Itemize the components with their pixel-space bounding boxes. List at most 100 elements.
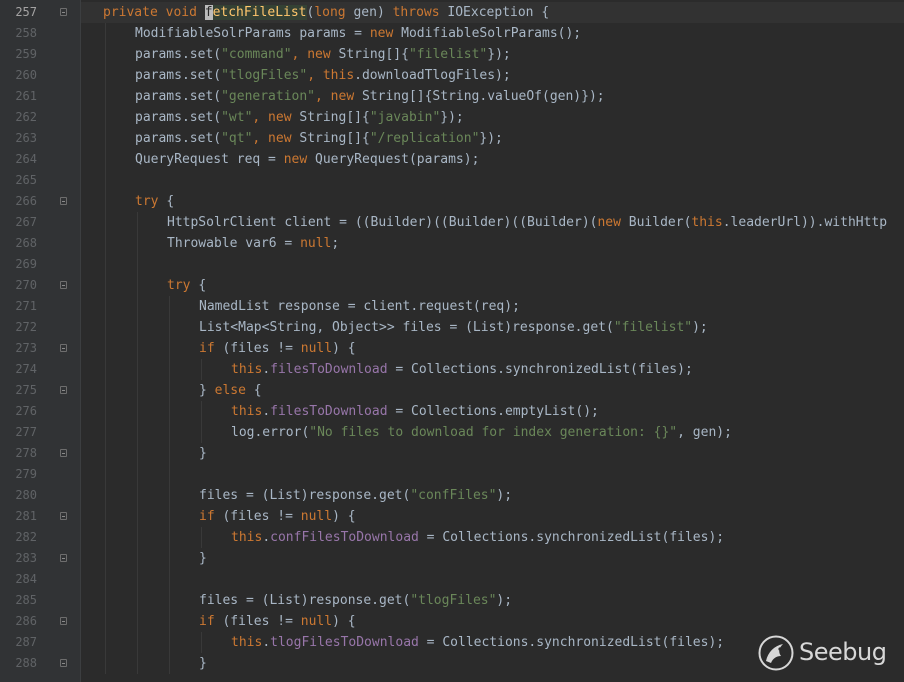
code-token: , new: [291, 47, 339, 62]
code-line[interactable]: 280 files = (List)response.get("confFiles…: [0, 485, 904, 506]
code-token: = Collections.synchronizedList(files);: [387, 362, 693, 377]
code-text: } else {: [199, 380, 262, 401]
code-token: tlogFilesToDownload: [270, 635, 419, 650]
code-token: new: [369, 26, 402, 41]
code-token: ;: [331, 236, 340, 251]
code-text: params.set("wt", new String[]{"javabin"}…: [135, 107, 464, 128]
line-number: 259: [15, 47, 37, 61]
code-token: gen): [353, 5, 393, 20]
code-token: "No files to download for index generati…: [309, 425, 678, 440]
code-text: try {: [135, 191, 174, 212]
code-line[interactable]: 260 params.set("tlogFiles", this.download…: [0, 65, 904, 86]
code-token: }: [199, 383, 215, 398]
line-number: 274: [15, 362, 37, 376]
code-token: new: [597, 215, 629, 230]
fold-toggle-icon[interactable]: [60, 512, 67, 520]
code-token: if: [199, 509, 223, 524]
code-line[interactable]: 284: [0, 569, 904, 590]
code-text: this.filesToDownload = Collections.empty…: [231, 401, 599, 422]
code-line[interactable]: 270 try {: [0, 275, 904, 296]
code-text: }: [199, 443, 207, 464]
code-token: }: [199, 656, 207, 671]
code-line[interactable]: 277 log.error("No files to download for i…: [0, 422, 904, 443]
code-line[interactable]: 262 params.set("wt", new String[]{"javabi…: [0, 107, 904, 128]
fold-toggle-icon[interactable]: [60, 8, 67, 16]
code-line[interactable]: 269: [0, 254, 904, 275]
line-number: 264: [15, 152, 37, 166]
code-line[interactable]: 264 QueryRequest req = new QueryRequest(p…: [0, 149, 904, 170]
code-text: }: [199, 653, 207, 674]
code-line[interactable]: 272 List<Map<String, Object>> files = (Li…: [0, 317, 904, 338]
code-text: HttpSolrClient client = ((Builder)((Buil…: [167, 212, 887, 233]
code-line[interactable]: 285 files = (List)response.get("tlogFiles…: [0, 590, 904, 611]
fold-toggle-icon[interactable]: [60, 449, 67, 457]
code-line[interactable]: 267 HttpSolrClient client = ((Builder)((B…: [0, 212, 904, 233]
code-line[interactable]: 259 params.set("command", new String[]{"f…: [0, 44, 904, 65]
code-text: try {: [167, 275, 206, 296]
code-token: ModifiableSolrParams();: [401, 26, 582, 41]
code-line[interactable]: 266 try {: [0, 191, 904, 212]
code-line[interactable]: 281 if (files != null) {: [0, 506, 904, 527]
code-token: filesToDownload: [270, 362, 388, 377]
code-token: "command": [221, 47, 292, 62]
fold-toggle-icon[interactable]: [60, 554, 67, 562]
code-token: }: [199, 446, 207, 461]
line-number: 270: [15, 278, 37, 292]
code-text: log.error("No files to download for inde…: [231, 422, 732, 443]
line-number: 257: [15, 5, 37, 19]
fold-toggle-icon[interactable]: [60, 386, 67, 394]
line-number: 285: [15, 593, 37, 607]
code-line[interactable]: 261 params.set("generation", new String[]…: [0, 86, 904, 107]
code-token: );: [496, 593, 513, 608]
code-line[interactable]: 278}: [0, 443, 904, 464]
code-text: params.set("qt", new String[]{"/replicat…: [135, 128, 503, 149]
code-token: new: [283, 152, 316, 167]
code-line[interactable]: 275} else {: [0, 380, 904, 401]
code-line[interactable]: 257 private void fetchFileList(long gen) …: [0, 2, 904, 23]
code-line[interactable]: 274 this.filesToDownload = Collections.sy…: [0, 359, 904, 380]
fold-toggle-icon[interactable]: [60, 197, 67, 205]
code-line[interactable]: 258 ModifiableSolrParams params = new Mod…: [0, 23, 904, 44]
code-line[interactable]: 286 if (files != null) {: [0, 611, 904, 632]
line-number: 260: [15, 68, 37, 82]
code-token: f: [204, 5, 213, 20]
code-line[interactable]: 268 Throwable var6 = null;: [0, 233, 904, 254]
code-line[interactable]: 279: [0, 464, 904, 485]
code-token: "/replication": [369, 131, 480, 146]
code-token: this: [231, 530, 263, 545]
code-line[interactable]: 263 params.set("qt", new String[]{"/repli…: [0, 128, 904, 149]
code-text: if (files != null) {: [199, 338, 356, 359]
line-number: 261: [15, 89, 37, 103]
fold-toggle-icon[interactable]: [60, 617, 67, 625]
code-line[interactable]: 282 this.confFilesToDownload = Collection…: [0, 527, 904, 548]
line-number: 284: [15, 572, 37, 586]
code-token: String[]{String.valueOf(gen)});: [361, 89, 605, 104]
code-token: QueryRequest req =: [135, 152, 284, 167]
code-token: .: [262, 635, 271, 650]
code-text: params.set("command", new String[]{"file…: [135, 44, 511, 65]
line-number: 263: [15, 131, 37, 145]
code-token: etchFileList: [212, 5, 307, 20]
code-line[interactable]: 273 if (files != null) {: [0, 338, 904, 359]
code-token: params.set(: [135, 68, 222, 83]
code-token: long: [314, 5, 354, 20]
code-token: files = (List)response.get(: [199, 593, 411, 608]
line-number: 276: [15, 404, 37, 418]
line-number: 258: [15, 26, 37, 40]
line-number: 279: [15, 467, 37, 481]
code-token: , this: [307, 68, 355, 83]
code-line[interactable]: 276 this.filesToDownload = Collections.em…: [0, 401, 904, 422]
code-token: NamedList response = client.request(req)…: [199, 299, 520, 314]
fold-toggle-icon[interactable]: [60, 659, 67, 667]
code-line[interactable]: 265: [0, 170, 904, 191]
fold-toggle-icon[interactable]: [60, 281, 67, 289]
code-text: if (files != null) {: [199, 506, 356, 527]
code-line[interactable]: 283}: [0, 548, 904, 569]
fold-toggle-icon[interactable]: [60, 344, 67, 352]
code-line[interactable]: 271 NamedList response = client.request(r…: [0, 296, 904, 317]
code-token: try: [135, 194, 167, 209]
code-token: if: [199, 341, 223, 356]
line-number: 268: [15, 236, 37, 250]
code-editor[interactable]: 257 private void fetchFileList(long gen) …: [0, 0, 904, 682]
code-token: {: [198, 278, 207, 293]
